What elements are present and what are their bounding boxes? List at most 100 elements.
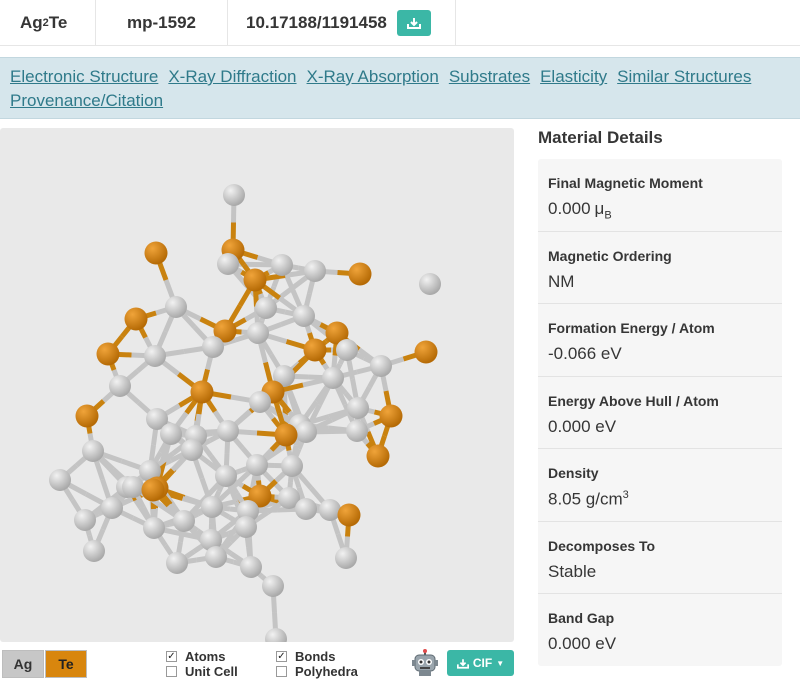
caret-down-icon: ▼ xyxy=(496,658,505,668)
ag-atom xyxy=(165,296,187,318)
element-button-ag[interactable]: Ag xyxy=(2,650,44,678)
te-atom xyxy=(144,241,168,265)
ag-atom xyxy=(240,556,262,578)
ag-atom xyxy=(223,184,245,206)
te-atom xyxy=(337,503,361,527)
detail-label: Magnetic Ordering xyxy=(548,247,672,264)
detail-value: 0.000 μB xyxy=(548,199,772,221)
detail-band-gap: Band Gap 0.000 eV xyxy=(538,594,782,667)
detail-decomposes-to: Decomposes To Stable xyxy=(538,522,782,594)
material-details-panel: Final Magnetic Moment 0.000 μB Magnetic … xyxy=(538,159,782,666)
ag-atom xyxy=(166,552,188,574)
nav-xray-diffraction[interactable]: X-Ray Diffraction xyxy=(168,67,296,86)
bonds-checkbox[interactable]: ✓ xyxy=(276,651,287,662)
detail-density: Density 8.05 g/cm3 xyxy=(538,449,782,522)
ag-atom xyxy=(322,367,344,389)
cif-download-button[interactable]: CIF ▼ xyxy=(447,650,514,676)
doi-text[interactable]: 10.17188/1191458 xyxy=(246,13,387,33)
detail-value: Stable xyxy=(548,561,597,581)
detail-value: 0.000 eV xyxy=(548,634,617,653)
ag-atom xyxy=(370,355,392,377)
structure-viewer[interactable] xyxy=(0,128,514,642)
ag-atom xyxy=(82,440,104,462)
nav-elasticity[interactable]: Elasticity xyxy=(540,67,607,86)
detail-energy-above-hull: Energy Above Hull / Atom 0.000 eV xyxy=(538,377,782,449)
ag-atom xyxy=(122,476,144,498)
density-value: 8.05 g/cm3 xyxy=(548,489,629,509)
te-atom xyxy=(274,423,298,447)
ag-atom xyxy=(295,421,317,443)
atoms-label: Atoms xyxy=(185,649,226,664)
header-spacer xyxy=(456,0,800,45)
ag-atom xyxy=(74,509,96,531)
ag-atom xyxy=(246,454,268,476)
ag-atom xyxy=(173,510,195,532)
nav-similar-structures[interactable]: Similar Structures xyxy=(617,67,751,86)
te-atom xyxy=(124,307,148,331)
detail-value: 8.05 g/cm3 xyxy=(548,489,772,510)
ag-atom xyxy=(293,305,315,327)
section-nav: Electronic Structure X-Ray Diffraction X-R… xyxy=(0,57,800,119)
atoms-toggle[interactable]: ✓ Atoms xyxy=(166,649,225,664)
magnetic-moment-unit: μB xyxy=(594,199,612,222)
te-atom xyxy=(414,340,438,364)
ag-atom xyxy=(265,628,287,642)
nav-xray-absorption[interactable]: X-Ray Absorption xyxy=(307,67,439,86)
viewer-controls: Ag Te ✓ Atoms Unit Cell ✓ Bonds Polyhedr… xyxy=(0,646,520,680)
ag-atom xyxy=(295,498,317,520)
detail-magnetic-ordering: Magnetic Ordering NM xyxy=(538,232,782,304)
ag-atom xyxy=(181,439,203,461)
polyhedra-label: Polyhedra xyxy=(295,664,358,679)
polyhedra-checkbox[interactable] xyxy=(276,666,287,677)
detail-label: Formation Energy / Atom xyxy=(548,320,715,336)
magnetic-moment-value: 0.000 xyxy=(548,199,591,218)
detail-label: Energy Above Hull / Atom xyxy=(548,392,719,409)
ag-atom xyxy=(347,397,369,419)
detail-value: 0.000 eV xyxy=(548,416,617,436)
detail-value: -0.066 eV xyxy=(548,344,622,363)
bonds-toggle[interactable]: ✓ Bonds xyxy=(276,649,335,664)
nav-provenance-citation[interactable]: Provenance/Citation xyxy=(10,91,163,110)
te-atom xyxy=(141,478,165,502)
ag-atom xyxy=(215,465,237,487)
te-atom xyxy=(303,338,327,362)
ag-atom xyxy=(262,575,284,597)
ag-atom xyxy=(335,547,357,569)
ag-atom xyxy=(419,273,441,295)
unit-cell-label: Unit Cell xyxy=(185,664,238,679)
doi-cell: 10.17188/1191458 xyxy=(228,0,456,45)
ag-atom xyxy=(202,336,224,358)
element-button-te[interactable]: Te xyxy=(45,650,87,678)
nav-electronic-structure[interactable]: Electronic Structure xyxy=(10,67,158,86)
te-atom xyxy=(379,404,403,428)
download-button[interactable] xyxy=(396,9,431,36)
robot-icon[interactable] xyxy=(410,648,440,678)
ag-atom xyxy=(304,260,326,282)
ag-atom xyxy=(101,497,123,519)
ag-atom xyxy=(49,469,71,491)
polyhedra-toggle[interactable]: Polyhedra xyxy=(276,664,358,679)
material-header: Ag 2 Te mp-1592 10.17188/1191458 xyxy=(0,0,800,46)
ag-atom xyxy=(247,322,269,344)
detail-label: Final Magnetic Moment xyxy=(548,175,703,191)
detail-label: Density xyxy=(548,465,599,481)
ag-atom xyxy=(336,339,358,361)
crystal-structure-canvas[interactable] xyxy=(0,128,514,642)
formula: Ag 2 Te xyxy=(0,0,96,45)
detail-formation-energy: Formation Energy / Atom -0.066 eV xyxy=(538,304,782,377)
unit-cell-checkbox[interactable] xyxy=(166,666,177,677)
te-atom xyxy=(348,262,372,286)
ag-atom xyxy=(271,254,293,276)
ag-atom xyxy=(217,253,239,275)
nav-substrates[interactable]: Substrates xyxy=(449,67,530,86)
te-atom xyxy=(243,268,267,292)
download-icon xyxy=(456,658,469,669)
unit-cell-toggle[interactable]: Unit Cell xyxy=(166,664,238,679)
detail-final-magnetic-moment: Final Magnetic Moment 0.000 μB xyxy=(538,159,782,232)
detail-label: Decomposes To xyxy=(548,537,656,554)
ag-atom xyxy=(205,546,227,568)
ag-atom xyxy=(346,420,368,442)
atoms-checkbox[interactable]: ✓ xyxy=(166,651,177,662)
material-details-title: Material Details xyxy=(538,128,663,147)
te-atom xyxy=(75,404,99,428)
